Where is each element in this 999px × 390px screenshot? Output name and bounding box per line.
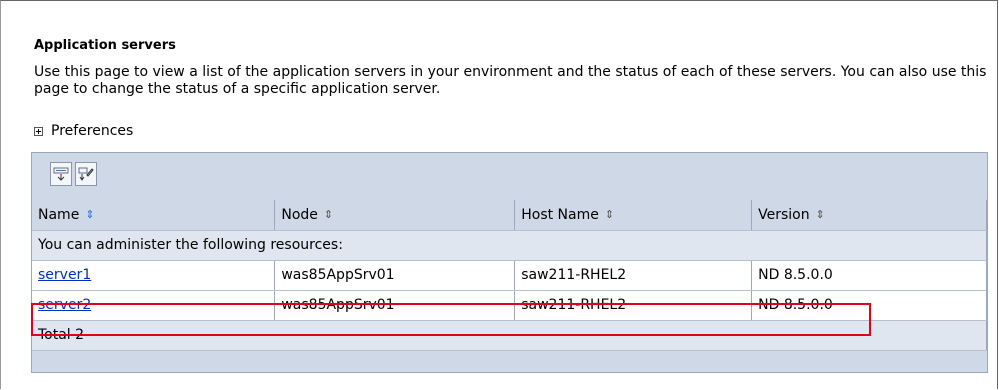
server-link[interactable]: server2 (38, 297, 91, 313)
deselect-all-button[interactable] (75, 162, 97, 186)
sort-icon[interactable]: ⇕ (605, 208, 614, 221)
host-cell: saw211-RHEL2 (514, 290, 753, 321)
sort-icon[interactable]: ⇕ (816, 208, 825, 221)
deselect-all-icon (78, 167, 94, 181)
select-all-icon (53, 167, 69, 181)
host-cell: saw211-RHEL2 (514, 260, 753, 291)
total-row: Total 2 (32, 320, 987, 351)
server-link[interactable]: server1 (38, 267, 91, 283)
group-row: You can administer the following resourc… (32, 230, 987, 261)
column-header-node[interactable]: Node ⇕ (274, 200, 516, 231)
column-header-version[interactable]: Version ⇕ (751, 200, 987, 231)
table-toolbar (32, 153, 987, 201)
table-header-row: Name ⇕ Node ⇕ Host Name ⇕ Version ⇕ (32, 200, 987, 231)
column-header-name[interactable]: Name ⇕ (32, 200, 276, 231)
table-row: server2 was85AppSrv01 saw211-RHEL2 ND 8.… (32, 290, 987, 321)
select-all-button[interactable] (50, 162, 72, 186)
expand-plus-icon[interactable] (34, 126, 43, 136)
sort-icon[interactable]: ⇕ (85, 208, 94, 221)
node-cell: was85AppSrv01 (274, 290, 516, 321)
servers-table-panel: Name ⇕ Node ⇕ Host Name ⇕ Version ⇕ You can … (31, 152, 988, 373)
sort-icon[interactable]: ⇕ (324, 208, 333, 221)
version-cell: ND 8.5.0.0 (751, 260, 987, 291)
version-cell: ND 8.5.0.0 (751, 290, 987, 321)
node-cell: was85AppSrv01 (274, 260, 516, 291)
total-label: Total 2 (32, 320, 987, 351)
column-header-host-name[interactable]: Host Name ⇕ (514, 200, 753, 231)
table-row: server1 was85AppSrv01 saw211-RHEL2 ND 8.… (32, 260, 987, 291)
servers-table: Name ⇕ Node ⇕ Host Name ⇕ Version ⇕ You can … (32, 200, 987, 351)
preferences-toggle[interactable]: Preferences (34, 123, 133, 139)
page-description: Use this page to view a list of the appl… (34, 64, 987, 97)
preferences-label[interactable]: Preferences (51, 123, 133, 139)
page-title: Application servers (34, 38, 176, 53)
group-label: You can administer the following resourc… (32, 230, 987, 261)
